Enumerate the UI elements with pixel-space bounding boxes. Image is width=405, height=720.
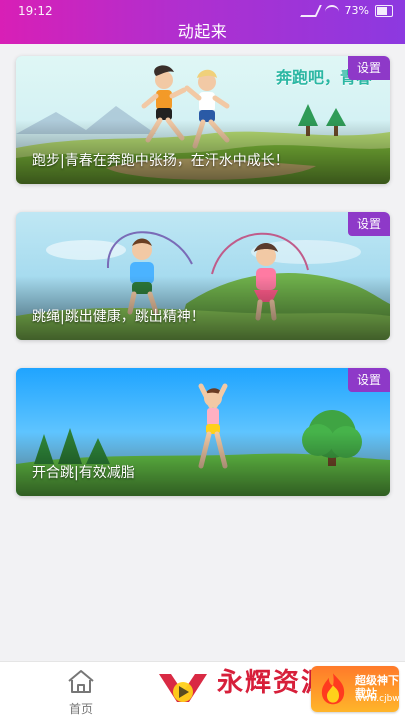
battery-percentage: 73% (344, 4, 369, 17)
tab-home[interactable]: 首页 (46, 668, 116, 717)
status-time: 19:12 (18, 4, 53, 18)
watermark-site-url: www.cjbwl.com (355, 694, 405, 704)
settings-button[interactable]: 设置 (348, 368, 390, 392)
card-caption: 开合跳|有效减脂 (32, 465, 135, 481)
card-jump-rope[interactable]: 跳绳|跳出健康，跳出精神！ 设置 (16, 212, 390, 340)
status-indicators: 73% (299, 4, 393, 17)
home-icon (68, 670, 94, 693)
card-caption: 跳绳|跳出健康，跳出精神！ (32, 309, 205, 325)
settings-button[interactable]: 设置 (348, 56, 390, 80)
watermark: 永辉资源网 超级神下载站 www.cjbwl.com (145, 656, 405, 720)
bottom-navigation: 首页 永辉资源网 超级神下载站 www.cjbwl.com (0, 661, 405, 720)
settings-button[interactable]: 设置 (348, 212, 390, 236)
home-label: 首页 (68, 702, 93, 716)
wifi-icon (324, 4, 339, 17)
card-running[interactable]: 奔跑吧，青春 跑步|青春在奔跑中张扬，在汗水中成长！ 设置 (16, 56, 390, 184)
battery-icon (375, 4, 393, 17)
card-jumping-jacks[interactable]: 开合跳|有效减脂 设置 (16, 368, 390, 496)
watermark-site-badge: 超级神下载站 www.cjbwl.com (311, 666, 405, 712)
watermark-logo (159, 674, 207, 702)
app-header: 19:12 73% 动起来 (0, 0, 405, 44)
flame-icon (321, 673, 345, 705)
page-title: 动起来 (177, 22, 228, 41)
card-caption: 跑步|青春在奔跑中张扬，在汗水中成长！ (32, 153, 289, 169)
signal-icon (299, 4, 322, 17)
